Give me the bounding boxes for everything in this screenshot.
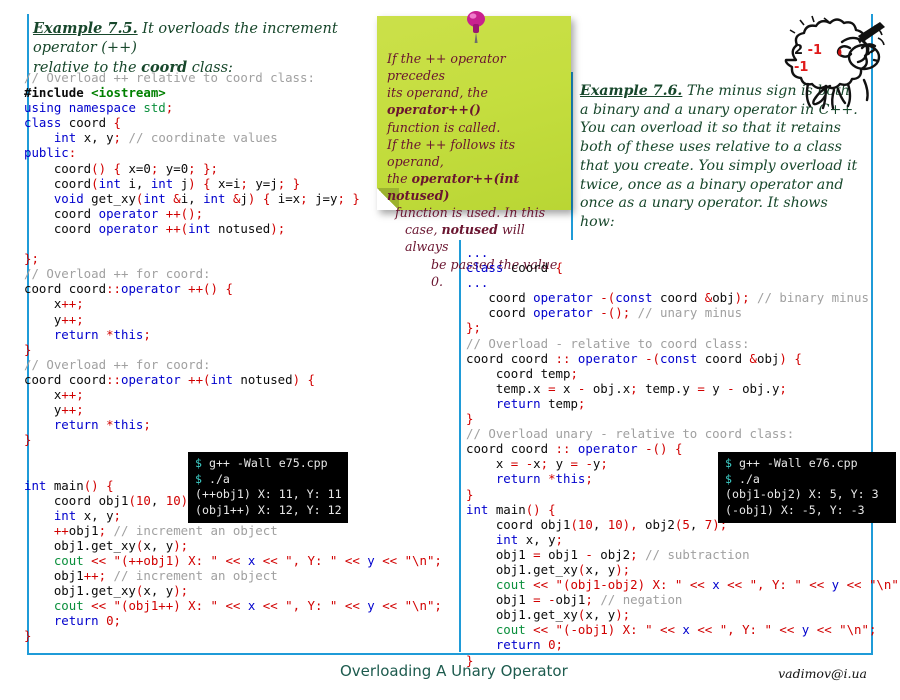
terminal-left-cmd-2: ./a: [201, 471, 230, 486]
cartoon-sheep-illustration: 2 -1 -1: [778, 12, 890, 114]
example-75-label: Example 7.5.: [33, 20, 138, 37]
terminal-left-out-2: (obj1++) X: 12, Y: 12: [195, 502, 342, 517]
terminal-output-left: $ g++ -Wall e75.cpp $ ./a (++obj1) X: 11…: [188, 452, 348, 524]
footer-email: vadimov@i.ua: [778, 666, 867, 681]
terminal-left-prompt-1: $: [195, 456, 202, 470]
terminal-output-right: $ g++ -Wall e76.cpp $ ./a (obj1-obj2) X:…: [718, 452, 896, 524]
terminal-right-prompt-2: $: [725, 471, 732, 486]
note-line-7b: notused: [441, 222, 498, 238]
terminal-left-out-1: (++obj1) X: 11, Y: 11: [195, 487, 342, 502]
terminal-right-out-1: (obj1-obj2) X: 5, Y: 3: [725, 487, 879, 502]
cow-equation: 2 -1 -1: [794, 42, 822, 76]
column-divider: [459, 240, 461, 652]
terminal-right-cmd-2: ./a: [731, 471, 760, 486]
column-divider-top: [571, 72, 573, 240]
code-block-left: // Overload ++ relative to coord class: …: [24, 70, 442, 644]
cow-num-2: -1: [807, 43, 823, 58]
terminal-right-cmd-1: g++ -Wall e76.cpp: [731, 456, 858, 470]
cow-num-1: 2: [794, 43, 804, 58]
slide-page: Example 7.5. It overloads the increment …: [0, 0, 900, 700]
terminal-right-out-2: (-obj1) X: -5, Y: -3: [725, 502, 865, 517]
cow-num-3: -1: [794, 60, 809, 75]
footer-title: Overloading A Unary Operator: [340, 662, 568, 680]
pushpin-icon: [467, 11, 485, 43]
terminal-right-prompt-1: $: [725, 456, 732, 470]
example-76-label: Example 7.6.: [580, 83, 683, 99]
terminal-left-prompt-2: $: [195, 471, 202, 486]
terminal-left-cmd-1: g++ -Wall e75.cpp: [201, 456, 328, 470]
